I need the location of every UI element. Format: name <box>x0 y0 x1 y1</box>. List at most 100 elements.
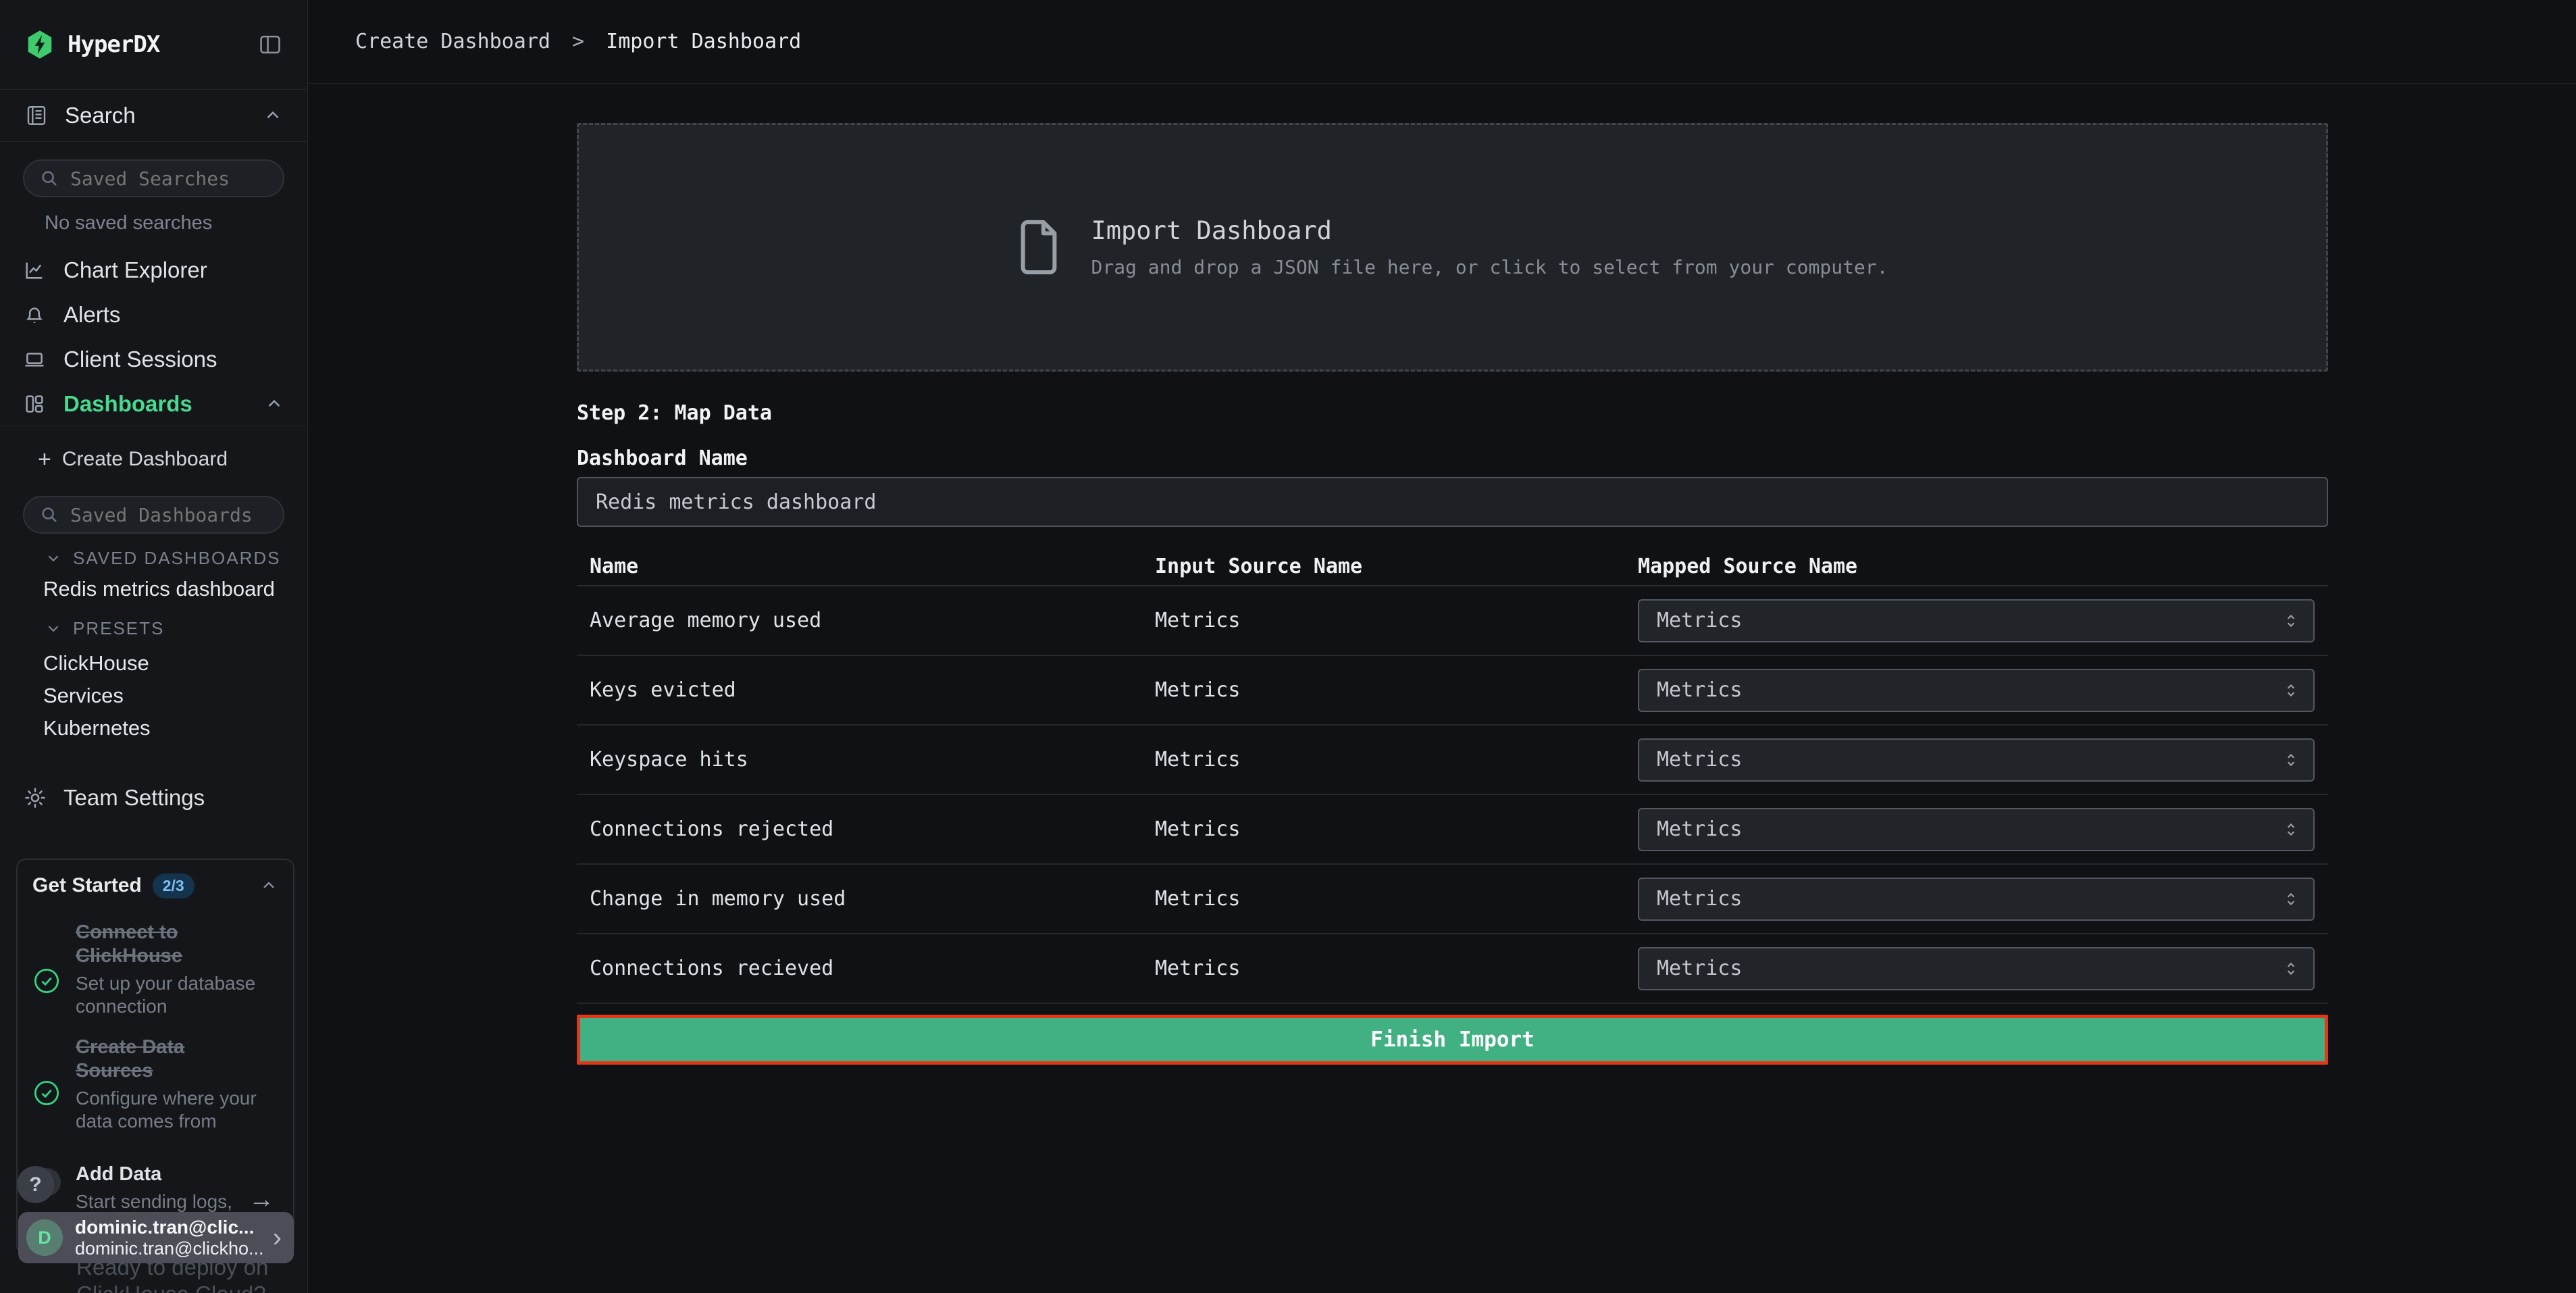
gear-icon <box>23 786 47 810</box>
laptop-icon <box>23 348 46 371</box>
select-chevrons-icon <box>2282 821 2300 838</box>
dashboard-name-input[interactable] <box>577 477 2328 527</box>
sidebar-item-client-sessions[interactable]: Client Sessions <box>0 337 307 382</box>
sidebar-item-label: Client Sessions <box>63 347 284 372</box>
saved-searches-field[interactable] <box>70 168 313 190</box>
get-started-item-title: Add Data <box>76 1163 250 1186</box>
dashboards-icon <box>23 392 46 415</box>
row-input-source: Metrics <box>1155 748 1638 771</box>
app-title: HyperDX <box>68 31 159 58</box>
row-name: Keys evicted <box>577 678 1155 702</box>
row-name: Connections recieved <box>577 957 1155 980</box>
check-circle-icon <box>32 944 61 1018</box>
help-button[interactable]: ? <box>17 1166 54 1203</box>
column-header-mapped-source: Mapped Source Name <box>1638 555 2328 578</box>
dropzone-subtitle: Drag and drop a JSON file here, or click… <box>1091 256 1888 278</box>
dashboard-name-label: Dashboard Name <box>577 447 2328 470</box>
bell-icon <box>23 303 46 326</box>
dropzone-title: Import Dashboard <box>1091 216 1888 245</box>
select-chevrons-icon <box>2282 682 2300 699</box>
chevron-down-icon <box>45 619 62 637</box>
row-name: Average memory used <box>577 609 1155 632</box>
saved-dashboards-field[interactable] <box>70 504 313 526</box>
json-dropzone[interactable]: Import Dashboard Drag and drop a JSON fi… <box>577 123 2328 372</box>
get-started-item-sources[interactable]: Create Data Sources Configure where your… <box>32 1036 278 1133</box>
get-started-header[interactable]: Get Started 2/3 <box>32 871 278 901</box>
collapse-sidebar-icon[interactable] <box>257 32 283 57</box>
chevron-down-icon <box>45 549 62 567</box>
row-name: Keyspace hits <box>577 748 1155 771</box>
import-content: Import Dashboard Drag and drop a JSON fi… <box>577 123 2328 1065</box>
row-input-source: Metrics <box>1155 609 1638 632</box>
deploy-promo-line2: ClickHouse Cloud? <box>76 1281 268 1293</box>
saved-searches-input[interactable]: ⌘K <box>23 159 284 197</box>
chevron-right-icon: › <box>273 1224 282 1251</box>
logo[interactable]: HyperDX <box>24 29 159 60</box>
row-input-source: Metrics <box>1155 957 1638 980</box>
breadcrumb-current: Import Dashboard <box>606 30 801 53</box>
chevron-up-icon <box>264 394 284 414</box>
mapped-source-select[interactable]: Metrics <box>1638 738 2315 782</box>
row-name: Connections rejected <box>577 817 1155 841</box>
team-settings-label: Team Settings <box>63 785 205 811</box>
preset-item-clickhouse[interactable]: ClickHouse <box>0 647 307 680</box>
sidebar: HyperDX Search <box>0 0 308 1293</box>
select-value: Metrics <box>1657 609 2282 632</box>
breadcrumb-parent[interactable]: Create Dashboard <box>355 30 550 53</box>
mapped-source-select[interactable]: Metrics <box>1638 599 2315 642</box>
check-circle-icon <box>32 1053 61 1133</box>
create-dashboard-button[interactable]: + Create Dashboard <box>0 432 307 487</box>
row-input-source: Metrics <box>1155 887 1638 911</box>
main-area: Create Dashboard > Import Dashboard Impo… <box>308 0 2576 1293</box>
select-chevrons-icon <box>2282 890 2300 908</box>
saved-dashboards-group[interactable]: SAVED DASHBOARDS <box>0 546 307 570</box>
select-chevrons-icon <box>2282 612 2300 630</box>
mapped-source-select[interactable]: Metrics <box>1638 808 2315 851</box>
avatar: D <box>26 1219 63 1256</box>
select-value: Metrics <box>1657 748 2282 771</box>
app-root: HyperDX Search <box>0 0 2576 1293</box>
table-row: Connections rejected Metrics Metrics <box>577 795 2328 865</box>
progress-badge: 2/3 <box>153 873 195 898</box>
column-header-name: Name <box>577 555 1155 578</box>
presets-group[interactable]: PRESETS <box>0 616 307 640</box>
select-value: Metrics <box>1657 957 2282 980</box>
chart-explorer-icon <box>23 259 46 282</box>
mapped-source-select[interactable]: Metrics <box>1638 878 2315 921</box>
table-row: Change in memory used Metrics Metrics <box>577 865 2328 934</box>
sidebar-item-chart-explorer[interactable]: Chart Explorer <box>0 248 307 293</box>
mapped-source-select[interactable]: Metrics <box>1638 947 2315 990</box>
row-name: Change in memory used <box>577 887 1155 911</box>
preset-item-kubernetes[interactable]: Kubernetes <box>0 712 307 744</box>
user-menu[interactable]: D dominic.tran@clic... dominic.tran@clic… <box>18 1212 294 1263</box>
table-row: Average memory used Metrics Metrics <box>577 586 2328 656</box>
get-started-item-title: Connect to ClickHouse <box>76 921 259 968</box>
sidebar-item-label: Dashboards <box>63 391 264 417</box>
team-settings-button[interactable]: Team Settings <box>0 776 307 820</box>
logo-row: HyperDX <box>0 0 307 89</box>
sidebar-item-alerts[interactable]: Alerts <box>0 293 307 337</box>
saved-dashboards-input[interactable]: ⌘K <box>23 496 284 534</box>
select-chevrons-icon <box>2282 960 2300 978</box>
select-value: Metrics <box>1657 678 2282 702</box>
hyperdx-logo-icon <box>24 29 55 60</box>
page-header: Create Dashboard > Import Dashboard <box>308 0 2576 84</box>
no-saved-searches-text: No saved searches <box>23 212 284 234</box>
select-value: Metrics <box>1657 887 2282 911</box>
chevron-up-icon <box>259 876 278 895</box>
group-label-text: PRESETS <box>73 618 164 639</box>
row-input-source: Metrics <box>1155 817 1638 841</box>
sidebar-item-dashboards[interactable]: Dashboards <box>0 382 307 426</box>
get-started-item-connect[interactable]: Connect to ClickHouse Set up your databa… <box>32 921 278 1018</box>
step-title: Step 2: Map Data <box>577 401 2328 425</box>
mapped-source-select[interactable]: Metrics <box>1638 669 2315 712</box>
get-started-card: Get Started 2/3 Connect to ClickHouse Se… <box>16 859 294 1255</box>
row-input-source: Metrics <box>1155 678 1638 702</box>
preset-item-services[interactable]: Services <box>0 680 307 712</box>
saved-dashboard-item[interactable]: Redis metrics dashboard <box>0 573 307 605</box>
search-section-label: Search <box>65 103 263 128</box>
finish-import-button[interactable]: Finish Import <box>577 1015 2328 1065</box>
arrow-right-icon: → <box>249 1185 274 1214</box>
user-name: dominic.tran@clic... <box>75 1217 267 1238</box>
sidebar-section-search[interactable]: Search <box>0 89 307 142</box>
